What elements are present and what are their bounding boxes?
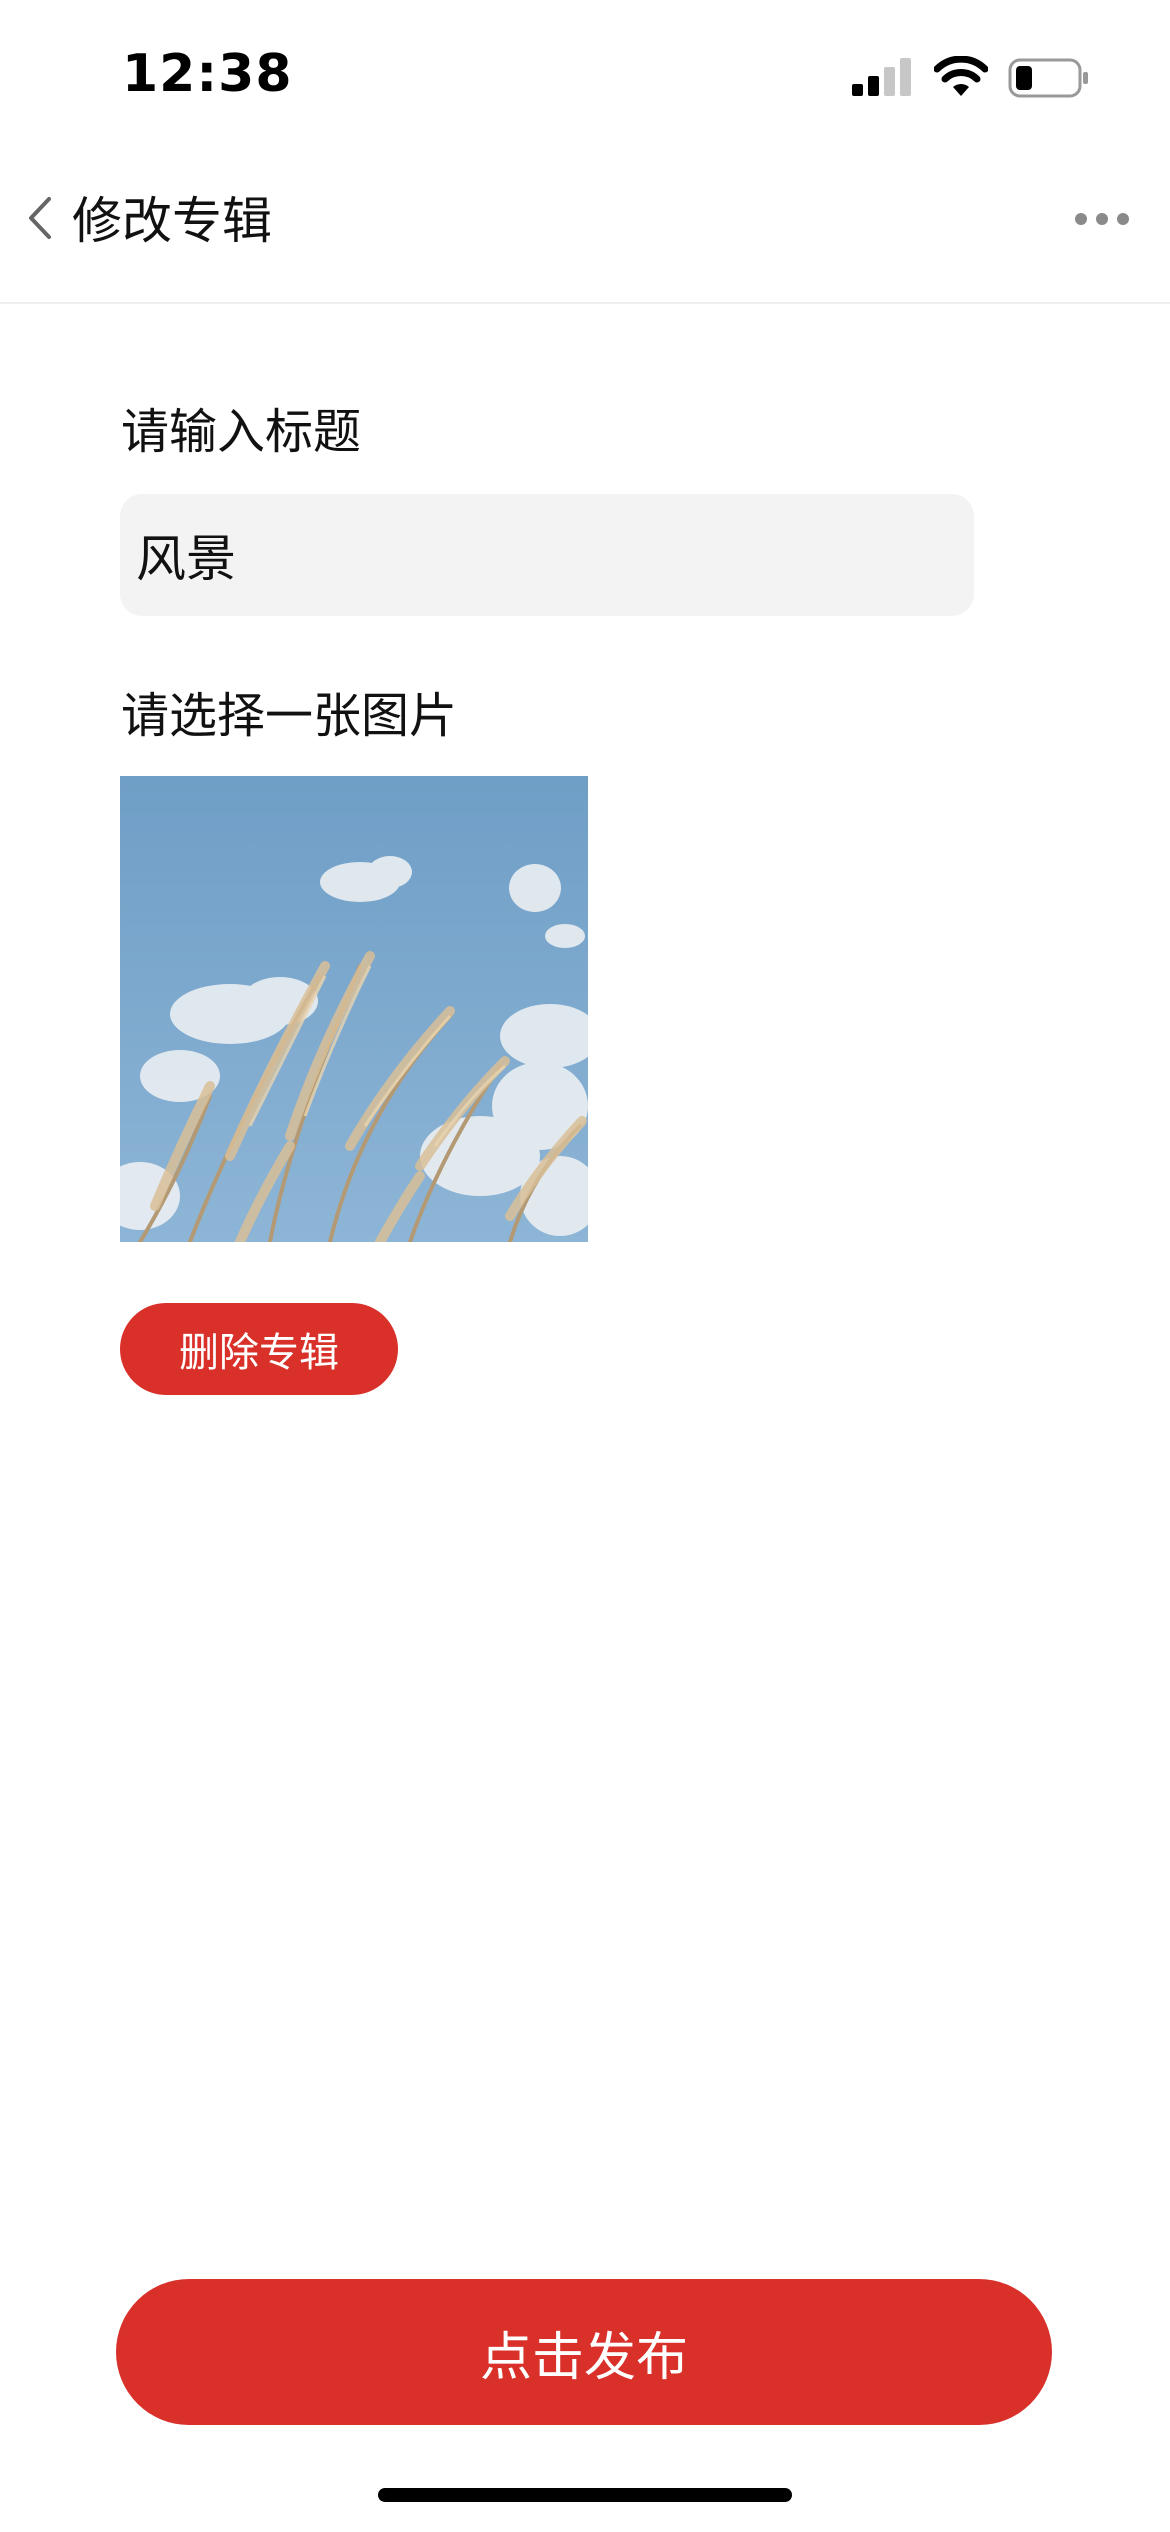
back-button[interactable] [12,178,68,262]
home-indicator[interactable] [378,2488,792,2502]
cover-image-picker[interactable] [120,776,588,1242]
chevron-left-icon [25,195,55,245]
page-title: 修改专辑 [72,192,272,250]
reed-sky-photo [120,776,588,1242]
wifi-icon [933,55,989,98]
navigation-bar: 修改专辑 [0,140,1170,304]
cellular-signal-icon [852,58,914,98]
publish-button[interactable]: 点击发布 [116,2279,1052,2425]
title-input[interactable] [120,494,974,616]
more-dots-icon [1074,211,1130,230]
battery-icon [1008,58,1090,98]
title-label: 请输入标题 [121,404,362,460]
status-time: 12:38 [122,44,293,104]
status-bar: 12:38 [0,0,1170,140]
delete-album-button[interactable]: 删除专辑 [120,1303,398,1395]
image-label: 请选择一张图片 [121,688,458,744]
more-button[interactable] [1060,180,1144,260]
